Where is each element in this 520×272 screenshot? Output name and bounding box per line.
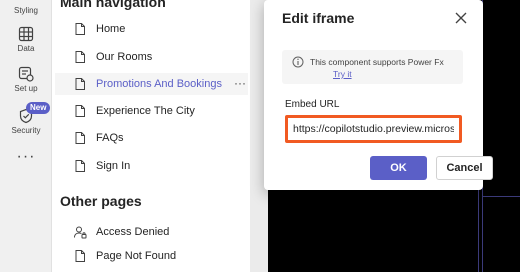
new-badge: New xyxy=(26,102,51,114)
canvas-guide-line xyxy=(483,196,520,197)
nav-item-label: Home xyxy=(96,23,126,35)
dialog-title: Edit iframe xyxy=(282,10,355,26)
try-it-link[interactable]: Try it xyxy=(333,69,352,79)
nav-item-label: Experience The City xyxy=(96,105,195,117)
nav-item-page-not-found[interactable]: Page Not Found xyxy=(55,245,248,267)
table-icon xyxy=(18,26,34,42)
edit-iframe-dialog: Edit iframe This component supports Powe… xyxy=(264,0,493,190)
nav-item-our-rooms[interactable]: Our Rooms xyxy=(55,46,248,68)
cancel-button[interactable]: Cancel xyxy=(436,156,493,180)
nav-item-promotions-and-bookings[interactable]: Promotions And Bookings ··· xyxy=(55,73,248,95)
left-rail: Styling Data Set up Security New ··· xyxy=(0,0,52,272)
other-pages-heading: Other pages xyxy=(60,193,142,209)
page-icon xyxy=(75,160,85,172)
nav-item-label: Sign In xyxy=(96,160,131,172)
rail-data-label: Data xyxy=(17,44,35,53)
rail-more-icon[interactable]: ··· xyxy=(0,148,52,166)
page-icon xyxy=(75,23,85,35)
more-options-icon[interactable]: ··· xyxy=(234,76,246,90)
info-icon xyxy=(292,56,304,68)
rail-item-styling[interactable]: Styling xyxy=(0,4,52,15)
rail-item-data[interactable]: Data xyxy=(0,26,52,53)
setup-icon xyxy=(18,66,34,82)
nav-item-label: Page Not Found xyxy=(96,250,177,262)
nav-item-experience-the-city[interactable]: Experience The City xyxy=(55,100,248,122)
embed-url-label: Embed URL xyxy=(285,99,340,110)
page-icon xyxy=(75,105,85,117)
nav-item-home[interactable]: Home xyxy=(55,18,248,40)
rail-setup-label: Set up xyxy=(14,84,38,93)
embed-url-input[interactable] xyxy=(285,115,462,143)
info-text: This component supports Power Fx xyxy=(310,57,444,67)
rail-styling-label: Styling xyxy=(13,6,38,15)
close-icon[interactable] xyxy=(453,10,469,26)
nav-item-sign-in[interactable]: Sign In xyxy=(55,155,248,177)
ok-button[interactable]: OK xyxy=(370,156,427,180)
navigation-panel: Main navigation Home Our Rooms Promotion… xyxy=(52,0,250,272)
nav-item-label: Our Rooms xyxy=(96,51,153,63)
rail-item-setup[interactable]: Set up xyxy=(0,66,52,93)
page-icon xyxy=(75,132,85,144)
nav-item-access-denied[interactable]: Access Denied xyxy=(55,221,248,243)
rail-security-label: Security xyxy=(11,126,41,135)
page-icon xyxy=(75,51,85,63)
page-icon xyxy=(75,78,85,90)
nav-item-label: Promotions And Bookings xyxy=(96,78,222,90)
page-icon xyxy=(75,250,85,262)
nav-item-faqs[interactable]: FAQs xyxy=(55,127,248,149)
nav-item-label: Access Denied xyxy=(96,226,170,238)
person-lock-icon xyxy=(74,226,87,239)
main-navigation-heading: Main navigation xyxy=(60,0,166,10)
info-message-bar: This component supports Power Fx Try it xyxy=(282,50,463,84)
nav-item-label: FAQs xyxy=(96,132,124,144)
